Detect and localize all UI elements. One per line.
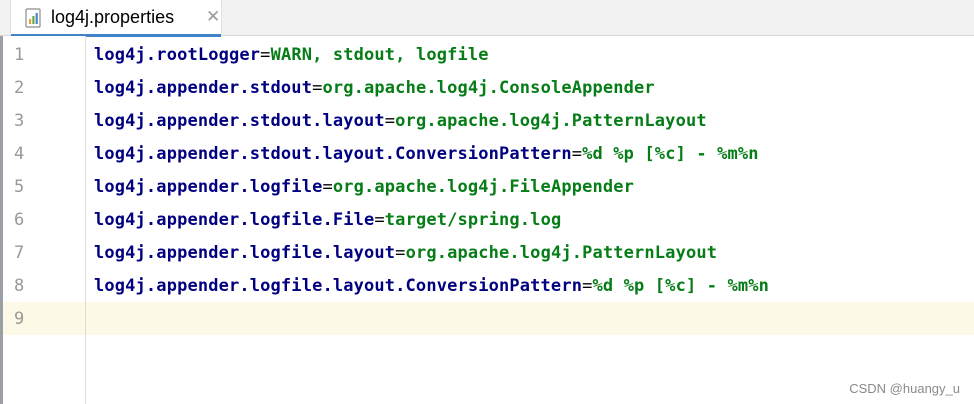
code-line[interactable]: 1 log4j.rootLogger=WARN, stdout, logfile: [0, 39, 974, 72]
property-value: org.apache.log4j.PatternLayout: [395, 111, 707, 131]
code-text: log4j.appender.stdout.layout=org.apache.…: [94, 105, 707, 138]
code-text: log4j.rootLogger=WARN, stdout, logfile: [94, 39, 489, 72]
watermark: CSDN @huangy_u: [849, 381, 960, 396]
property-value: org.apache.log4j.ConsoleAppender: [322, 78, 655, 98]
tab-log4j-properties[interactable]: log4j.properties ✕: [10, 0, 222, 37]
property-value: %d %p [%c] - %m%n: [582, 144, 759, 164]
code-line[interactable]: 2 log4j.appender.stdout=org.apache.log4j.…: [0, 72, 974, 105]
line-number: 6: [14, 210, 25, 230]
equals-sign: =: [312, 78, 323, 98]
close-icon[interactable]: ✕: [206, 7, 220, 27]
code-text: log4j.appender.logfile.layout=org.apache…: [94, 237, 717, 270]
property-key: log4j.appender.logfile.File: [94, 210, 375, 230]
property-key: log4j.appender.logfile.layout.Conversion…: [94, 276, 583, 296]
code-line[interactable]: 5 log4j.appender.logfile=org.apache.log4j…: [0, 171, 974, 204]
property-value: org.apache.log4j.FileAppender: [332, 177, 635, 197]
tab-title: log4j.properties: [51, 7, 175, 27]
code-text: log4j.appender.stdout=org.apache.log4j.C…: [94, 72, 655, 105]
equals-sign: =: [571, 144, 583, 164]
code-line[interactable]: 9: [0, 303, 974, 336]
equals-sign: =: [374, 210, 385, 230]
code-line[interactable]: 3 log4j.appender.stdout.layout=org.apache…: [0, 105, 974, 138]
equals-sign: =: [582, 276, 593, 296]
line-number: 2: [14, 78, 25, 98]
equals-sign: =: [322, 177, 333, 197]
property-value: WARN, stdout, logfile: [270, 45, 489, 65]
property-key: log4j.appender.stdout: [94, 78, 313, 98]
code-line[interactable]: 8 log4j.appender.logfile.layout.Conversio…: [0, 270, 974, 303]
equals-sign: =: [260, 45, 271, 65]
property-key: log4j.appender.stdout.layout.ConversionP…: [94, 144, 572, 164]
line-number: 9: [14, 309, 25, 329]
code-line[interactable]: 7 log4j.appender.logfile.layout=org.apach…: [0, 237, 974, 270]
line-number: 3: [14, 111, 25, 131]
property-value: target/spring.log: [384, 210, 562, 230]
editor-tab-bar: log4j.properties ✕: [0, 0, 974, 37]
property-key: log4j.appender.logfile.layout: [94, 243, 396, 263]
code-text: log4j.appender.logfile=org.apache.log4j.…: [94, 171, 634, 204]
code-text: log4j.appender.logfile.layout.Conversion…: [94, 270, 769, 303]
line-number: 4: [14, 144, 25, 164]
line-number: 5: [14, 177, 25, 197]
line-number: 7: [14, 243, 25, 263]
equals-sign: =: [384, 111, 396, 131]
line-number: 8: [14, 276, 25, 296]
property-key: log4j.appender.stdout.layout: [94, 111, 385, 131]
property-key: log4j.appender.logfile: [94, 177, 323, 197]
property-key: log4j.rootLogger: [94, 45, 261, 65]
code-line[interactable]: 6 log4j.appender.logfile.File=target/spri…: [0, 204, 974, 237]
code-text: log4j.appender.stdout.layout.ConversionP…: [94, 138, 759, 171]
property-value: org.apache.log4j.PatternLayout: [405, 243, 718, 263]
properties-file-icon: [24, 8, 44, 28]
property-value: %d %p [%c] - %m%n: [592, 276, 770, 296]
equals-sign: =: [395, 243, 406, 263]
code-line[interactable]: 4 log4j.appender.stdout.layout.Conversion…: [0, 138, 974, 171]
code-text: log4j.appender.logfile.File=target/sprin…: [94, 204, 561, 237]
line-number: 1: [14, 45, 25, 65]
